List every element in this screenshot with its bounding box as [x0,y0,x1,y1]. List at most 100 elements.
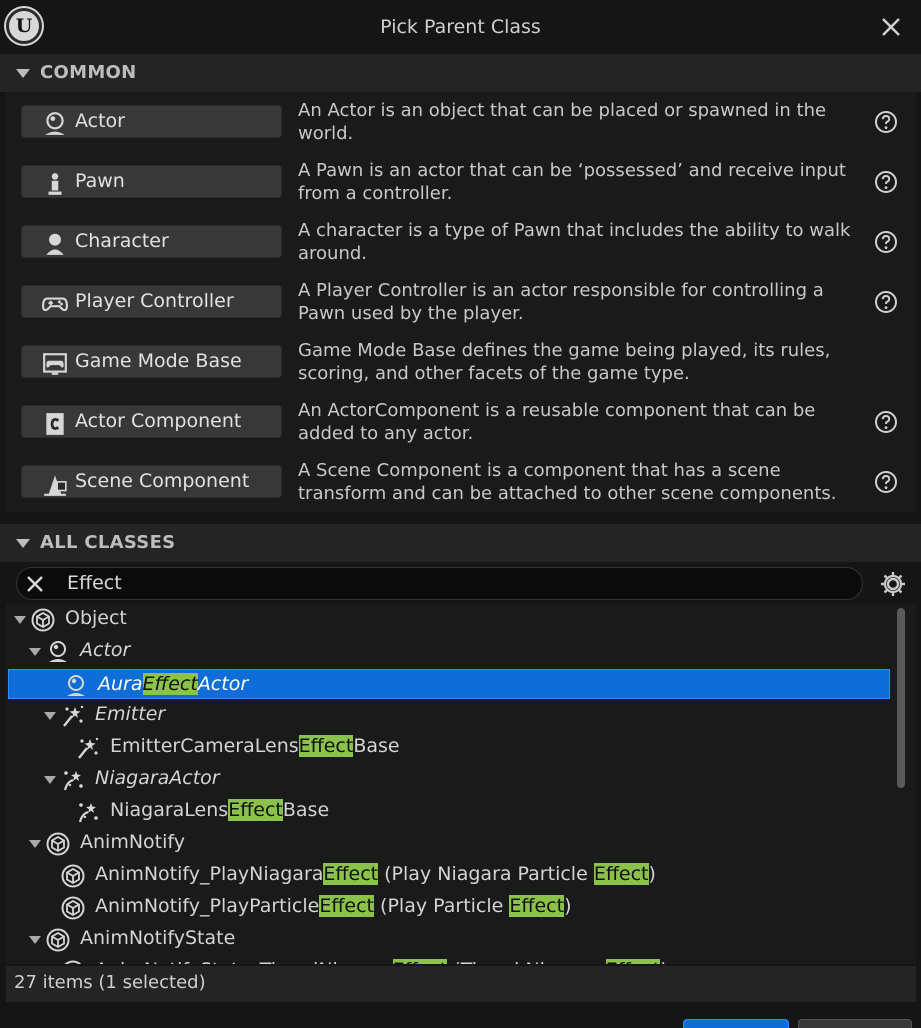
tree-row-label: Emitter [95,703,166,725]
common-class-button-game-mode-base[interactable]: Game Mode Base [21,345,282,378]
status-bar: 27 items (1 selected) [6,966,916,1002]
tree-row-label: AnimNotify_PlayParticleEffect (Play Part… [95,895,572,917]
common-class-label: Actor [75,110,125,132]
help-icon[interactable] [874,410,898,434]
common-class-description: A Pawn is an actor that can be ‘possesse… [298,160,846,204]
tree-row-label: NiagaraActor [95,767,220,789]
actor-icon [46,640,70,664]
help-icon[interactable] [874,230,898,254]
expand-arrow-icon[interactable] [44,712,56,720]
title-bar: U Pick Parent Class [0,0,921,54]
tree-row-label: NiagaraLensEffectBase [110,799,330,821]
common-class-label: Game Mode Base [75,350,242,372]
tree-row-label: AnimNotify [80,831,185,853]
tree-row[interactable]: Object [6,604,890,636]
tree-row-label: AnimNotify_PlayNiagaraEffect (Play Niaga… [95,863,656,885]
expand-arrow-icon[interactable] [29,648,41,656]
expand-arrow-icon[interactable] [44,776,56,784]
collapse-arrow-icon[interactable] [16,69,30,78]
search-match-highlight: Effect [509,895,565,917]
emitter-icon [76,736,100,760]
common-class-button-actor-component[interactable]: Actor Component [21,405,282,438]
all-classes-header-label: ALL CLASSES [40,532,176,553]
window-title: Pick Parent Class [380,16,541,38]
tree-row[interactable]: AnimNotifyState [6,924,890,956]
common-class-label: Scene Component [75,470,250,492]
item-count-label: 27 items (1 selected) [14,972,206,993]
expand-arrow-icon[interactable] [14,616,26,624]
object-icon [61,864,85,888]
common-class-button-scene-component[interactable]: Scene Component [21,465,282,498]
close-icon[interactable] [879,15,903,39]
actor-icon [64,674,88,698]
tree-row[interactable]: AnimNotify [6,828,890,860]
expand-arrow-icon[interactable] [29,840,41,848]
class-tree-view: Object Actor AuraEffectActor Emitter Emitter… [6,604,916,964]
view-options-gear-icon[interactable] [878,569,908,599]
tree-row[interactable]: NiagaraActor [6,764,890,796]
select-button[interactable] [683,1019,789,1028]
tree-row[interactable]: AnimNotify_PlayParticleEffect (Play Part… [6,892,890,924]
common-class-description: A character is a type of Pawn that inclu… [298,220,851,264]
common-class-button-player-controller[interactable]: Player Controller [21,285,282,318]
clear-search-icon[interactable] [25,574,45,594]
common-class-description: A Player Controller is an actor responsi… [298,280,824,324]
gamepad-icon [41,291,69,313]
search-match-highlight: Effect [392,959,448,964]
common-class-description: An Actor is an object that can be placed… [298,100,827,144]
pawn-icon [42,171,68,195]
all-classes-section-header[interactable]: ALL CLASSES [0,524,921,562]
common-section-header[interactable]: COMMON [0,54,921,92]
common-class-description: Game Mode Base defines the game being pl… [298,340,831,384]
tree-row-selected[interactable]: AuraEffectActor [8,669,890,699]
tree-row[interactable]: NiagaraLensEffectBase [6,796,890,828]
tree-row-label: AnimNotifyState [80,927,236,949]
tree-row-label: AnimNotifyState_TimedNiagaraEffect (Time… [95,959,668,964]
tree-row-label: EmitterCameraLensEffectBase [110,735,400,757]
common-class-row: Game Mode Base Game Mode Base defines the… [6,332,916,392]
common-class-row: Character A character is a type of Pawn t… [6,212,916,272]
niagara-icon [76,800,100,824]
common-class-label: Actor Component [75,410,242,432]
common-class-label: Player Controller [75,290,234,312]
niagara-icon [61,768,85,792]
tree-row[interactable]: EmitterCameraLensEffectBase [6,732,890,764]
help-icon[interactable] [874,470,898,494]
common-class-button-actor[interactable]: Actor [21,105,282,138]
actor-icon [42,111,68,135]
search-match-highlight: Effect [298,735,354,757]
common-class-row: Actor Component An ActorComponent is a re… [6,392,916,452]
search-input-value[interactable]: Effect [67,572,122,594]
emitter-icon [61,704,85,728]
object-icon [61,960,85,964]
search-match-highlight: Effect [323,863,379,885]
object-icon [46,928,70,952]
search-match-highlight: Effect [319,895,375,917]
tree-scrollbar[interactable] [897,606,907,962]
help-icon[interactable] [874,290,898,314]
common-class-button-character[interactable]: Character [21,225,282,258]
tree-row[interactable]: AnimNotify_PlayNiagaraEffect (Play Niaga… [6,860,890,892]
object-icon [46,832,70,856]
common-class-button-pawn[interactable]: Pawn [21,165,282,198]
character-icon [42,231,68,255]
tree-row[interactable]: AnimNotifyState_TimedNiagaraEffect (Time… [6,956,890,964]
search-match-highlight: Effect [142,673,198,695]
cancel-button[interactable] [798,1019,912,1028]
tree-row[interactable]: Actor [6,636,890,668]
scrollbar-thumb[interactable] [897,608,905,788]
class-search-input[interactable]: Effect [16,567,863,600]
help-icon[interactable] [874,170,898,194]
help-icon[interactable] [874,110,898,134]
component-icon [42,411,68,435]
scene-component-icon [42,471,68,496]
tree-row-label: AuraEffectActor [98,673,249,695]
common-header-label: COMMON [40,62,137,83]
common-class-row: Player Controller A Player Controller is … [6,272,916,332]
expand-arrow-icon[interactable] [29,936,41,944]
common-class-row: Pawn A Pawn is an actor that can be ‘poss… [6,152,916,212]
search-match-highlight: Effect [593,863,649,885]
tree-row[interactable]: Emitter [6,700,890,732]
common-class-row: Actor An Actor is an object that can be p… [6,92,916,152]
collapse-arrow-icon[interactable] [16,539,30,548]
